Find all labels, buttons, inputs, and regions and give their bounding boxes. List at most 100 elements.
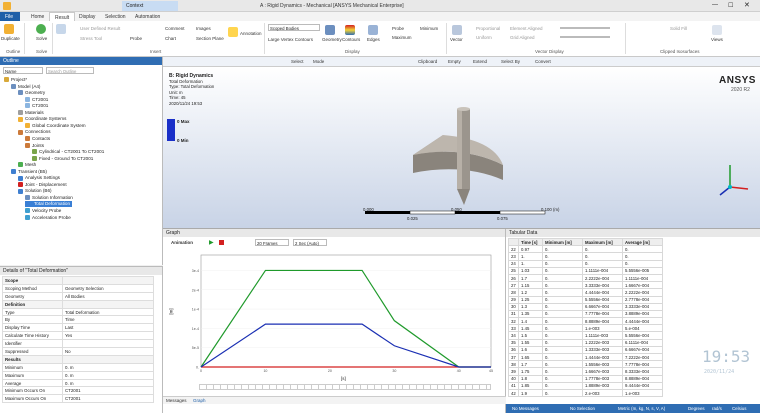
tree-item[interactable]: Model (A4) [11,84,40,89]
tree-item[interactable]: Analysis Settings [18,175,60,181]
solve-icon[interactable] [36,24,46,34]
tree-item[interactable]: Joints [25,143,44,148]
details-row[interactable]: Suppressed No [2,347,154,356]
details-row[interactable]: Display Time Last [2,323,154,333]
tab-display[interactable]: Display [74,12,100,21]
details-row[interactable]: Maximum 0. m [2,370,154,380]
play-icon[interactable]: ▶ [209,239,214,246]
tab-selection[interactable]: Selection [100,12,131,21]
annotation-icon[interactable] [228,27,238,37]
large-vertex-contours-toggle[interactable]: Large Vertex Contours [268,37,313,42]
status-messages[interactable]: No Messages [512,406,539,411]
frames-select[interactable]: 20 Frames [255,239,289,246]
geometry-icon[interactable] [325,25,335,35]
empty-button[interactable]: Empty [448,59,461,64]
tree-item[interactable]: Acceleration Probe [25,215,71,220]
context-tab[interactable]: Context [122,1,178,11]
tree-item[interactable]: Solution (B6) [18,188,52,194]
details-row[interactable]: Minimum 0. m [2,362,154,372]
tab-messages[interactable]: Messages [166,398,187,403]
tab-graph[interactable]: Graph [193,398,206,403]
tab-file[interactable]: File [0,12,20,21]
probe-button[interactable]: Probe [130,36,142,41]
chart-button[interactable]: Chart [165,36,176,41]
user-defined-result-button[interactable]: User Defined Result [80,26,120,31]
duplicate-button[interactable]: Duplicate [1,36,20,41]
clipboard-button[interactable]: Clipboard [418,59,437,64]
tree-item[interactable]: Mesh [18,162,36,168]
tree-item[interactable]: Contacts [25,136,50,142]
details-row[interactable]: Geometry All Bodies [2,291,154,301]
graphics-viewport[interactable]: B: Rigid Dynamics Total Deformation Type… [163,67,760,229]
element-aligned-toggle[interactable]: Element Aligned [510,26,543,31]
select-button[interactable]: Select [291,59,304,64]
duplicate-icon[interactable] [4,24,14,34]
tree-item[interactable]: CT2001 [25,103,48,109]
section-plane-button[interactable]: Section Plane [196,36,224,41]
tree-item[interactable]: Connections [18,129,51,135]
solve-button[interactable]: Solve [36,36,47,41]
uniform-toggle[interactable]: Uniform [476,35,492,40]
tree-item[interactable]: Project* [4,77,27,83]
details-row[interactable]: Average 0. m [2,378,154,388]
tree-item[interactable]: Global Coordinate System [25,123,86,129]
triad-icon[interactable] [716,159,752,199]
outline-filter-select[interactable]: Name [3,67,43,74]
vector-density-slider[interactable] [560,36,610,38]
views-icon[interactable] [712,25,722,35]
timeline-bar[interactable] [199,384,491,390]
maximize-icon[interactable]: ☐ [728,2,733,9]
tree-item[interactable]: Total Deformation [25,201,73,207]
tree-item[interactable]: Geometry [18,90,45,96]
grid-aligned-toggle[interactable]: Grid Aligned [510,35,535,40]
status-units[interactable]: Metric (m, kg, N, s, V, A) [618,406,665,411]
details-row[interactable]: Results [2,354,154,364]
tree-item[interactable]: Joint - Displacement [18,182,67,188]
probe-display-button[interactable]: Probe [392,26,404,31]
tree-item[interactable]: Materials [18,110,44,116]
images-button[interactable]: Images [196,26,211,31]
tree-item[interactable]: Solution Information [25,195,73,201]
edges-button[interactable]: Edges [367,37,380,42]
vector-icon[interactable] [452,25,462,35]
scoped-bodies-select[interactable]: Scoped Bodies [268,24,320,31]
extend-button[interactable]: Extend [473,59,487,64]
tree-item[interactable]: Transient (B5) [11,169,47,174]
views-button[interactable]: Views [711,37,723,42]
details-row[interactable]: Calculate Time History Yes [2,331,154,341]
tab-result[interactable]: Result [49,12,76,21]
tree-item[interactable]: Coordinate Systems [18,116,66,122]
mode-button[interactable]: Mode [313,59,324,64]
details-row[interactable]: Scope [2,276,154,285]
tab-automation[interactable]: Automation [130,12,165,21]
details-row[interactable]: Definition [2,299,154,309]
speed-select[interactable]: 2 Sec (Auto) [293,239,327,246]
contours-icon[interactable] [345,25,355,35]
minimize-icon[interactable]: — [712,2,718,8]
contours-button[interactable]: Contours [342,37,360,42]
select-by-button[interactable]: Select By [501,59,520,64]
solid-fill-toggle[interactable]: Solid Fill [670,26,687,31]
vector-button[interactable]: Vector [450,37,463,42]
tree-item[interactable]: Velocity Probe [25,208,61,214]
details-row[interactable]: Type Total Deformation [2,307,154,317]
close-icon[interactable]: ✕ [744,1,750,9]
details-row[interactable]: By Time [2,315,154,325]
proportional-toggle[interactable]: Proportional [476,26,500,31]
tree-item[interactable]: Fixed - Ground To CT2001 [32,156,93,161]
tree-item[interactable]: CT2001 [25,97,48,102]
details-row[interactable]: Identifier [2,339,154,349]
details-row[interactable]: Scoping Method Geometry Selection [2,283,154,293]
tab-home[interactable]: Home [26,12,49,21]
geometry-button[interactable]: Geometry [322,37,342,42]
maximum-button[interactable]: Maximum [392,35,412,40]
comment-button[interactable]: Comment [165,26,185,31]
results-icon[interactable] [56,24,66,34]
convert-button[interactable]: Convert [535,59,551,64]
details-row[interactable]: Minimum Occurs On CT2001 [2,386,154,396]
stop-icon[interactable] [219,240,224,245]
vector-length-slider[interactable] [560,27,610,29]
outline-search-input[interactable]: Search Outline [46,67,94,74]
edges-icon[interactable] [368,25,378,35]
tree-item[interactable]: Cylindrical - CT2001 To CT2001 [32,149,104,155]
